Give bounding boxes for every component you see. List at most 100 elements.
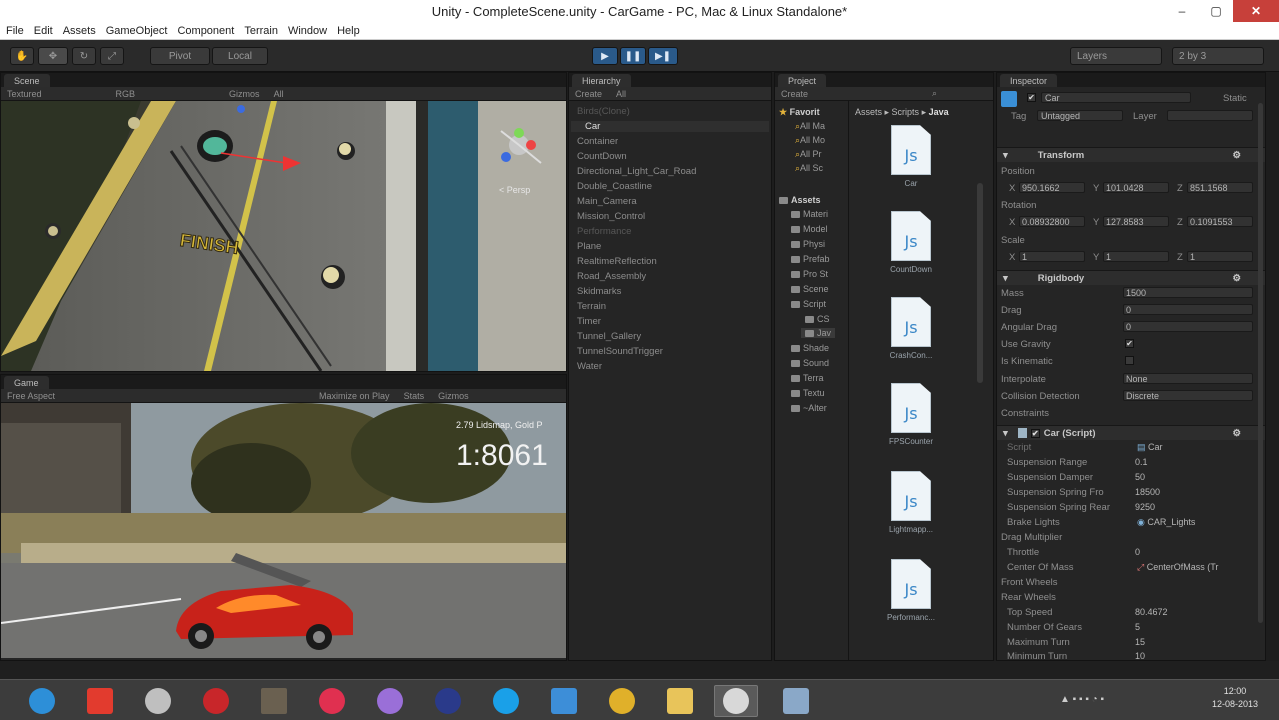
car-script-header[interactable]: ▾ ✔ Car (Script) ⚙ (997, 425, 1265, 440)
breadcrumb-item[interactable]: Java (929, 107, 949, 117)
menu-component[interactable]: Component (175, 25, 242, 37)
position-z-field[interactable]: 851.1568 (1187, 182, 1253, 193)
film-icon[interactable] (252, 685, 296, 717)
script-asset[interactable]: Js CountDown (871, 211, 951, 274)
minimize-button[interactable]: – (1165, 0, 1199, 22)
is-kinematic-checkbox[interactable] (1125, 356, 1134, 365)
explorer-icon[interactable] (658, 685, 702, 717)
drag-field[interactable]: 0 (1123, 304, 1253, 315)
gear-icon[interactable]: ⚙ (1232, 273, 1241, 284)
project-create-button[interactable]: Create (781, 89, 808, 99)
script-field-value[interactable]: 9250 (1135, 502, 1155, 512)
rotation-y-field[interactable]: 127.8583 (1103, 216, 1169, 227)
folder-item[interactable]: Materi (791, 209, 828, 219)
assets-header[interactable]: Assets (779, 195, 821, 205)
scale-x-field[interactable]: 1 (1019, 251, 1085, 262)
script-field-value[interactable]: 0 (1135, 547, 1140, 557)
hierarchy-item[interactable]: Terrain (577, 301, 606, 312)
script-field-value[interactable]: 18500 (1135, 487, 1160, 497)
folder-item[interactable]: Textu (791, 388, 825, 398)
game-gizmos-toggle[interactable]: Gizmos (438, 391, 469, 401)
move-tool-button[interactable]: ✥ (38, 47, 68, 65)
folder-item-selected[interactable]: Jav (801, 328, 836, 338)
script-field-value[interactable]: 0.1 (1135, 457, 1148, 467)
tag-dropdown[interactable]: Untagged (1037, 110, 1123, 121)
center-of-mass-reference[interactable]: ⤢ CenterOfMass (Tr (1137, 562, 1218, 573)
layout-dropdown[interactable]: 2 by 3 (1172, 47, 1264, 65)
script-asset[interactable]: Js CrashCon... (871, 297, 951, 360)
pause-button[interactable]: ❚❚ (620, 47, 646, 65)
folder-item[interactable]: Pro St (791, 269, 828, 279)
local-toggle[interactable]: Local (212, 47, 268, 65)
chrome-dev-icon[interactable] (194, 685, 238, 717)
transform-header[interactable]: ▾ Transform ⚙ (997, 147, 1265, 162)
hierarchy-item[interactable]: Tunnel_Gallery (577, 331, 641, 342)
hierarchy-item[interactable]: Performance (577, 226, 631, 237)
scene-gizmos-dropdown[interactable]: Gizmos (229, 89, 260, 99)
shading-dropdown[interactable]: Textured (7, 89, 42, 99)
hierarchy-item[interactable]: Main_Camera (577, 196, 637, 207)
skype-icon[interactable] (484, 685, 528, 717)
position-x-field[interactable]: 950.1662 (1019, 182, 1085, 193)
menu-terrain[interactable]: Terrain (242, 25, 286, 37)
static-checkbox[interactable]: Static (1223, 93, 1247, 104)
tab-hierarchy[interactable]: Hierarchy (572, 74, 631, 87)
scale-tool-button[interactable]: ⤢ (100, 47, 124, 65)
tab-game[interactable]: Game (4, 376, 49, 389)
menu-gameobject[interactable]: GameObject (104, 25, 176, 37)
folder-item[interactable]: Shade (791, 343, 829, 353)
maximize-on-play-toggle[interactable]: Maximize on Play (319, 391, 390, 401)
rotate-tool-button[interactable]: ↻ (72, 47, 96, 65)
rigidbody-header[interactable]: ▾ Rigidbody ⚙ (997, 270, 1265, 285)
media-icon[interactable] (136, 685, 180, 717)
folder-item[interactable]: Sound (791, 358, 829, 368)
hierarchy-item[interactable]: CountDown (577, 151, 627, 162)
hierarchy-item[interactable]: TunnelSoundTrigger (577, 346, 663, 357)
ie-icon[interactable] (20, 685, 64, 717)
script-field-value[interactable]: 15 (1135, 637, 1145, 647)
hierarchy-item[interactable]: Mission_Control (577, 211, 645, 222)
hierarchy-item[interactable]: RealtimeReflection (577, 256, 657, 267)
hierarchy-item[interactable]: Road_Assembly (577, 271, 646, 282)
hierarchy-item[interactable]: Double_Coastline (577, 181, 652, 192)
folder-item[interactable]: Terra (791, 373, 824, 383)
front-wheels-foldout[interactable]: Front Wheels (1001, 577, 1058, 588)
script-reference[interactable]: ▤ Car (1137, 442, 1163, 453)
tab-scene[interactable]: Scene (4, 74, 50, 87)
tab-project[interactable]: Project (778, 74, 827, 87)
layer-dropdown[interactable] (1167, 110, 1253, 121)
bandicam-icon[interactable] (310, 685, 354, 717)
menu-file[interactable]: File (4, 25, 32, 37)
constraints-foldout[interactable]: Constraints (1001, 408, 1049, 419)
folder-item[interactable]: Scene (791, 284, 829, 294)
scale-z-field[interactable]: 1 (1187, 251, 1253, 262)
close-button[interactable]: ✕ (1233, 0, 1279, 22)
tab-inspector[interactable]: Inspector (1000, 74, 1058, 87)
rgb-dropdown[interactable]: RGB (116, 89, 136, 99)
rotation-x-field[interactable]: 0.08932800 (1019, 216, 1085, 227)
script-field-value[interactable]: 10 (1135, 651, 1145, 660)
script-asset[interactable]: Js Performanc... (871, 559, 951, 622)
active-checkbox[interactable]: ✔ (1027, 93, 1036, 102)
headphones-icon[interactable] (426, 685, 470, 717)
position-y-field[interactable]: 101.0428 (1103, 182, 1169, 193)
step-button[interactable]: ▶❚ (648, 47, 678, 65)
menu-window[interactable]: Window (286, 25, 335, 37)
script-field-value[interactable]: 5 (1135, 622, 1140, 632)
hierarchy-item[interactable]: Container (577, 136, 618, 147)
script-field-value[interactable]: 80.4672 (1135, 607, 1168, 617)
script-field-value[interactable]: 50 (1135, 472, 1145, 482)
hierarchy-create-button[interactable]: Create (575, 89, 602, 99)
angular-drag-field[interactable]: 0 (1123, 321, 1253, 332)
script-asset[interactable]: Js Lightmapp... (871, 471, 951, 534)
collision-detection-dropdown[interactable]: Discrete (1123, 390, 1253, 401)
gear-icon[interactable]: ⚙ (1232, 150, 1241, 161)
folder-item[interactable]: CS (805, 314, 830, 324)
interpolate-dropdown[interactable]: None (1123, 373, 1253, 384)
scale-y-field[interactable]: 1 (1103, 251, 1169, 262)
menu-help[interactable]: Help (335, 25, 368, 37)
gear-icon[interactable]: ⚙ (1232, 428, 1241, 439)
rotation-z-field[interactable]: 0.1091553 (1187, 216, 1253, 227)
hierarchy-item[interactable]: Skidmarks (577, 286, 621, 297)
folder-item[interactable]: Prefab (791, 254, 830, 264)
